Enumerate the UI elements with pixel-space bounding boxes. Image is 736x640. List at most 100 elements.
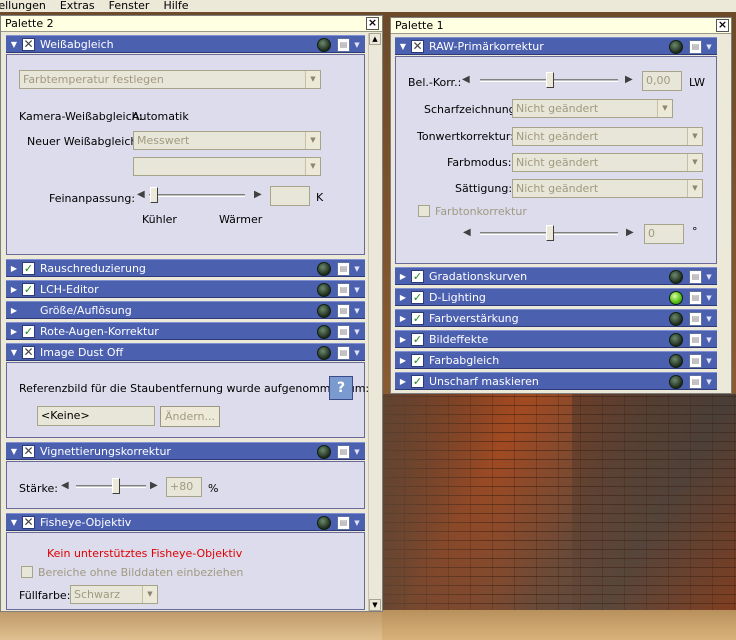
- checkmark-icon[interactable]: ✓: [411, 270, 424, 283]
- triangle-right-icon[interactable]: ▶: [9, 327, 19, 337]
- checkmark-icon[interactable]: ✓: [411, 375, 424, 388]
- section-unscharf-header[interactable]: ▶ ✓ Unscharf maskieren ▤ ▼: [395, 372, 717, 390]
- palette-2-titlebar[interactable]: Palette 2: [1, 16, 382, 32]
- checkmark-icon[interactable]: ✓: [22, 262, 35, 275]
- chevron-down-icon[interactable]: ▼: [352, 346, 362, 360]
- fine-adjust-thumb[interactable]: [150, 187, 158, 203]
- chevron-down-icon[interactable]: ▼: [352, 516, 362, 530]
- wb-secondary-select[interactable]: ▼: [133, 157, 321, 176]
- increase-arrow-icon[interactable]: ▶: [626, 227, 634, 239]
- checkmark-icon[interactable]: ✓: [22, 283, 35, 296]
- menu-extras[interactable]: Extras: [53, 0, 102, 12]
- tone-select[interactable]: Nicht geändert ▼: [512, 127, 703, 146]
- decrease-arrow-icon[interactable]: ◀: [137, 189, 145, 201]
- hue-thumb[interactable]: [546, 225, 554, 241]
- checkmark-icon[interactable]: ✓: [411, 312, 424, 325]
- hue-value[interactable]: 0: [644, 224, 684, 244]
- triangle-right-icon[interactable]: ▶: [398, 293, 408, 303]
- page-icon[interactable]: ▤: [689, 375, 702, 389]
- section-farbabgleich-header[interactable]: ▶ ✓ Farbabgleich ▤ ▼: [395, 351, 717, 369]
- fine-adjust-track[interactable]: [149, 194, 245, 197]
- checkmark-icon[interactable]: ✓: [411, 333, 424, 346]
- section-bildeffekte-header[interactable]: ▶ ✓ Bildeffekte ▤ ▼: [395, 330, 717, 348]
- page-icon[interactable]: ▤: [689, 40, 702, 54]
- checkmark-icon[interactable]: ✓: [411, 291, 424, 304]
- strength-thumb[interactable]: [112, 478, 120, 494]
- increase-arrow-icon[interactable]: ▶: [150, 480, 158, 492]
- triangle-right-icon[interactable]: ▶: [9, 285, 19, 295]
- menu-hilfe[interactable]: Hilfe: [156, 0, 195, 12]
- page-icon[interactable]: ▤: [337, 346, 350, 360]
- triangle-right-icon[interactable]: ▶: [398, 356, 408, 366]
- section-raw-header[interactable]: ▼ ✕ RAW-Primärkorrektur ▤ ▼: [395, 37, 717, 55]
- include-empty-checkbox[interactable]: [21, 566, 33, 578]
- page-icon[interactable]: ▤: [337, 516, 350, 530]
- section-wb-header[interactable]: ▼ ✕ Weißabgleich ▤ ▼: [6, 35, 365, 53]
- change-button[interactable]: Ändern...: [160, 406, 220, 427]
- chevron-down-icon[interactable]: ▼: [352, 304, 362, 318]
- chevron-down-icon[interactable]: ▼: [352, 262, 362, 276]
- increase-arrow-icon[interactable]: ▶: [625, 74, 633, 86]
- x-checkbox-icon[interactable]: ✕: [22, 445, 35, 458]
- triangle-down-icon[interactable]: ▼: [9, 348, 19, 358]
- triangle-right-icon[interactable]: ▶: [9, 264, 19, 274]
- palette-1-titlebar[interactable]: Palette 1: [391, 18, 731, 34]
- section-lch-header[interactable]: ▶ ✓ LCH-Editor ▤ ▼: [6, 280, 365, 298]
- page-icon[interactable]: ▤: [689, 291, 702, 305]
- section-gradation-header[interactable]: ▶ ✓ Gradationskurven ▤ ▼: [395, 267, 717, 285]
- page-icon[interactable]: ▤: [337, 283, 350, 297]
- chevron-down-icon[interactable]: ▼: [704, 333, 714, 347]
- page-icon[interactable]: ▤: [689, 354, 702, 368]
- saturation-select[interactable]: Nicht geändert ▼: [512, 179, 703, 198]
- color-mode-select[interactable]: Nicht geändert ▼: [512, 153, 703, 172]
- section-groesse-header[interactable]: ▶ Größe/Auflösung ▤ ▼: [6, 301, 365, 319]
- chevron-down-icon[interactable]: ▼: [704, 291, 714, 305]
- section-redeye-header[interactable]: ▶ ✓ Rote-Augen-Korrektur ▤ ▼: [6, 322, 365, 340]
- chevron-down-icon[interactable]: ▼: [352, 38, 362, 52]
- palette-1-close-button[interactable]: ×: [716, 19, 729, 32]
- x-checkbox-icon[interactable]: ✕: [411, 40, 424, 53]
- exposure-value[interactable]: 0,00: [642, 71, 682, 91]
- strength-track[interactable]: [76, 485, 146, 488]
- section-dlighting-header[interactable]: ▶ ✓ D-Lighting ▤ ▼: [395, 288, 717, 306]
- triangle-down-icon[interactable]: ▼: [9, 40, 19, 50]
- section-vignette-header[interactable]: ▼ ✕ Vignettierungskorrektur ▤ ▼: [6, 442, 365, 460]
- sharpening-select[interactable]: Nicht geändert ▼: [512, 99, 673, 118]
- section-farbverstaerkung-header[interactable]: ▶ ✓ Farbverstärkung ▤ ▼: [395, 309, 717, 327]
- chevron-down-icon[interactable]: ▼: [352, 325, 362, 339]
- page-icon[interactable]: ▤: [337, 262, 350, 276]
- page-icon[interactable]: ▤: [337, 304, 350, 318]
- help-icon[interactable]: ?: [329, 376, 353, 400]
- scroll-down-icon[interactable]: ▼: [369, 599, 381, 611]
- page-icon[interactable]: ▤: [337, 38, 350, 52]
- x-checkbox-icon[interactable]: ✕: [22, 516, 35, 529]
- triangle-down-icon[interactable]: ▼: [9, 518, 19, 528]
- chevron-down-icon[interactable]: ▼: [704, 270, 714, 284]
- section-dust-header[interactable]: ▼ ✕ Image Dust Off ▤ ▼: [6, 343, 365, 361]
- chevron-down-icon[interactable]: ▼: [704, 354, 714, 368]
- triangle-right-icon[interactable]: ▶: [398, 314, 408, 324]
- page-icon[interactable]: ▤: [337, 325, 350, 339]
- page-icon[interactable]: ▤: [689, 312, 702, 326]
- increase-arrow-icon[interactable]: ▶: [254, 189, 262, 201]
- page-icon[interactable]: ▤: [689, 270, 702, 284]
- scroll-up-icon[interactable]: ▲: [369, 33, 381, 45]
- chevron-down-icon[interactable]: ▼: [704, 375, 714, 389]
- fine-adjust-value[interactable]: [270, 186, 310, 206]
- page-icon[interactable]: ▤: [689, 333, 702, 347]
- chevron-down-icon[interactable]: ▼: [704, 40, 714, 54]
- menu-einstellungen[interactable]: tellungen: [0, 0, 53, 12]
- chevron-down-icon[interactable]: ▼: [352, 445, 362, 459]
- triangle-down-icon[interactable]: ▼: [9, 447, 19, 457]
- chevron-down-icon[interactable]: ▼: [704, 312, 714, 326]
- triangle-right-icon[interactable]: ▶: [398, 272, 408, 282]
- chevron-down-icon[interactable]: ▼: [352, 283, 362, 297]
- new-wb-select[interactable]: Messwert ▼: [133, 131, 321, 150]
- x-checkbox-icon[interactable]: ✕: [22, 38, 35, 51]
- triangle-down-icon[interactable]: ▼: [398, 42, 408, 52]
- decrease-arrow-icon[interactable]: ◀: [462, 74, 470, 86]
- section-fisheye-header[interactable]: ▼ ✕ Fisheye-Objektiv ▤ ▼: [6, 513, 365, 531]
- checkmark-icon[interactable]: ✓: [411, 354, 424, 367]
- decrease-arrow-icon[interactable]: ◀: [61, 480, 69, 492]
- wb-mode-select[interactable]: Farbtemperatur festlegen ▼: [19, 70, 321, 89]
